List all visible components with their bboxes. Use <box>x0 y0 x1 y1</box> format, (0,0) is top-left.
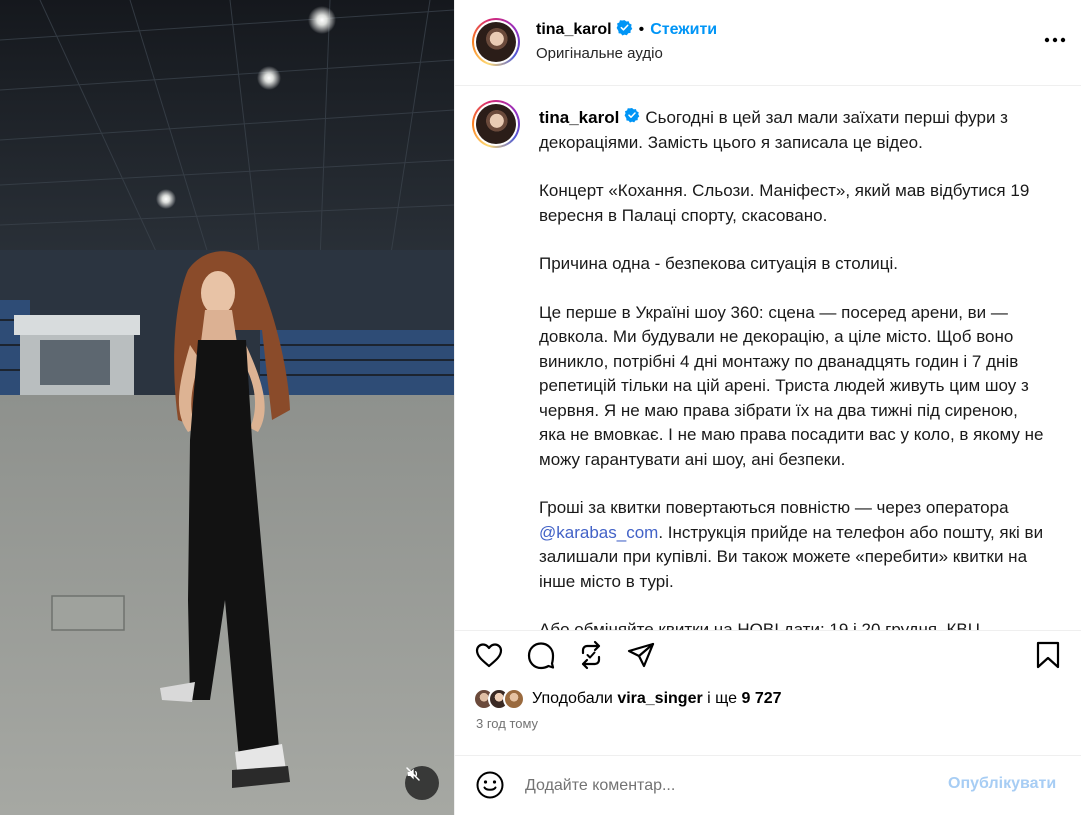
post-timestamp[interactable]: 3 год тому <box>476 716 538 731</box>
likes-count[interactable]: 9 727 <box>741 690 781 707</box>
separator-dot: • <box>638 21 645 38</box>
post-details-panel: tina_karol • Стежити Оригінальне аудіо t… <box>454 0 1081 815</box>
liker-username[interactable]: vira_singer <box>617 690 702 707</box>
emoji-button[interactable] <box>475 770 505 800</box>
save-button[interactable] <box>1032 639 1064 671</box>
caption-scroll-area[interactable]: tina_karol Сьогодні в цей зал мали заїхат… <box>455 87 1081 630</box>
post-action-bar <box>455 630 1081 685</box>
liker-avatar <box>503 688 525 710</box>
mention-link[interactable]: @karabas_com <box>539 523 658 542</box>
caption-username[interactable]: tina_karol <box>539 108 619 127</box>
mute-toggle-button[interactable] <box>405 766 439 800</box>
emoji-icon <box>476 771 504 799</box>
more-options-button[interactable] <box>1043 28 1067 52</box>
like-button[interactable] <box>473 639 505 671</box>
caption-text-p5a: Гроші за квитки повертаються повністю — … <box>539 498 1014 518</box>
publish-button[interactable]: Опублікувати <box>948 775 1056 793</box>
likes-prefix: Уподобали <box>532 690 618 707</box>
caption-paragraph: Причина одна - безпекова ситуація в стол… <box>539 254 898 274</box>
comment-input[interactable] <box>525 774 925 798</box>
likes-text: Уподобали vira_singer і ще 9 727 <box>532 690 782 708</box>
caption-paragraph: Гроші за квитки повертаються повністю — … <box>539 496 1049 594</box>
more-horizontal-icon <box>1044 37 1066 43</box>
send-icon <box>627 642 655 668</box>
comment-bar: Опублікувати <box>455 755 1081 815</box>
bookmark-icon <box>1036 641 1060 669</box>
author-line: tina_karol • Стежити <box>536 19 717 41</box>
caption-paragraph: Це перше в Україні шоу 360: сцена — посе… <box>539 302 1049 469</box>
caption-paragraph: tina_karol Сьогодні в цей зал мали заїхат… <box>539 106 1049 155</box>
caption-author-avatar[interactable] <box>472 100 520 148</box>
likes-summary[interactable]: Уподобали vira_singer і ще 9 727 <box>473 688 782 710</box>
author-avatar[interactable] <box>472 18 520 66</box>
comment-button[interactable] <box>525 639 557 671</box>
verified-badge-icon <box>624 106 640 131</box>
likes-middle: і ще <box>702 690 742 707</box>
speaker-muted-icon <box>406 767 420 781</box>
share-button[interactable] <box>625 639 657 671</box>
caption-text: tina_karol Сьогодні в цей зал мали заїхат… <box>539 106 1049 630</box>
video-frame-illustration <box>0 0 454 815</box>
author-username[interactable]: tina_karol <box>536 21 612 39</box>
heart-icon <box>475 643 503 668</box>
verified-badge-icon <box>616 19 633 41</box>
audio-label[interactable]: Оригінальне аудіо <box>536 45 663 62</box>
post-media-video[interactable] <box>0 0 454 815</box>
caption-paragraph: Або обміняйте квитки на НОВІ дати: 19 і … <box>539 620 981 630</box>
post-header: tina_karol • Стежити Оригінальне аудіо <box>455 0 1081 86</box>
follow-button[interactable]: Стежити <box>650 21 717 39</box>
repost-icon <box>581 640 601 670</box>
repost-button[interactable] <box>575 639 607 671</box>
comment-icon <box>527 642 555 670</box>
caption-paragraph: Концерт «Кохання. Сльози. Маніфест», яки… <box>539 181 1035 225</box>
